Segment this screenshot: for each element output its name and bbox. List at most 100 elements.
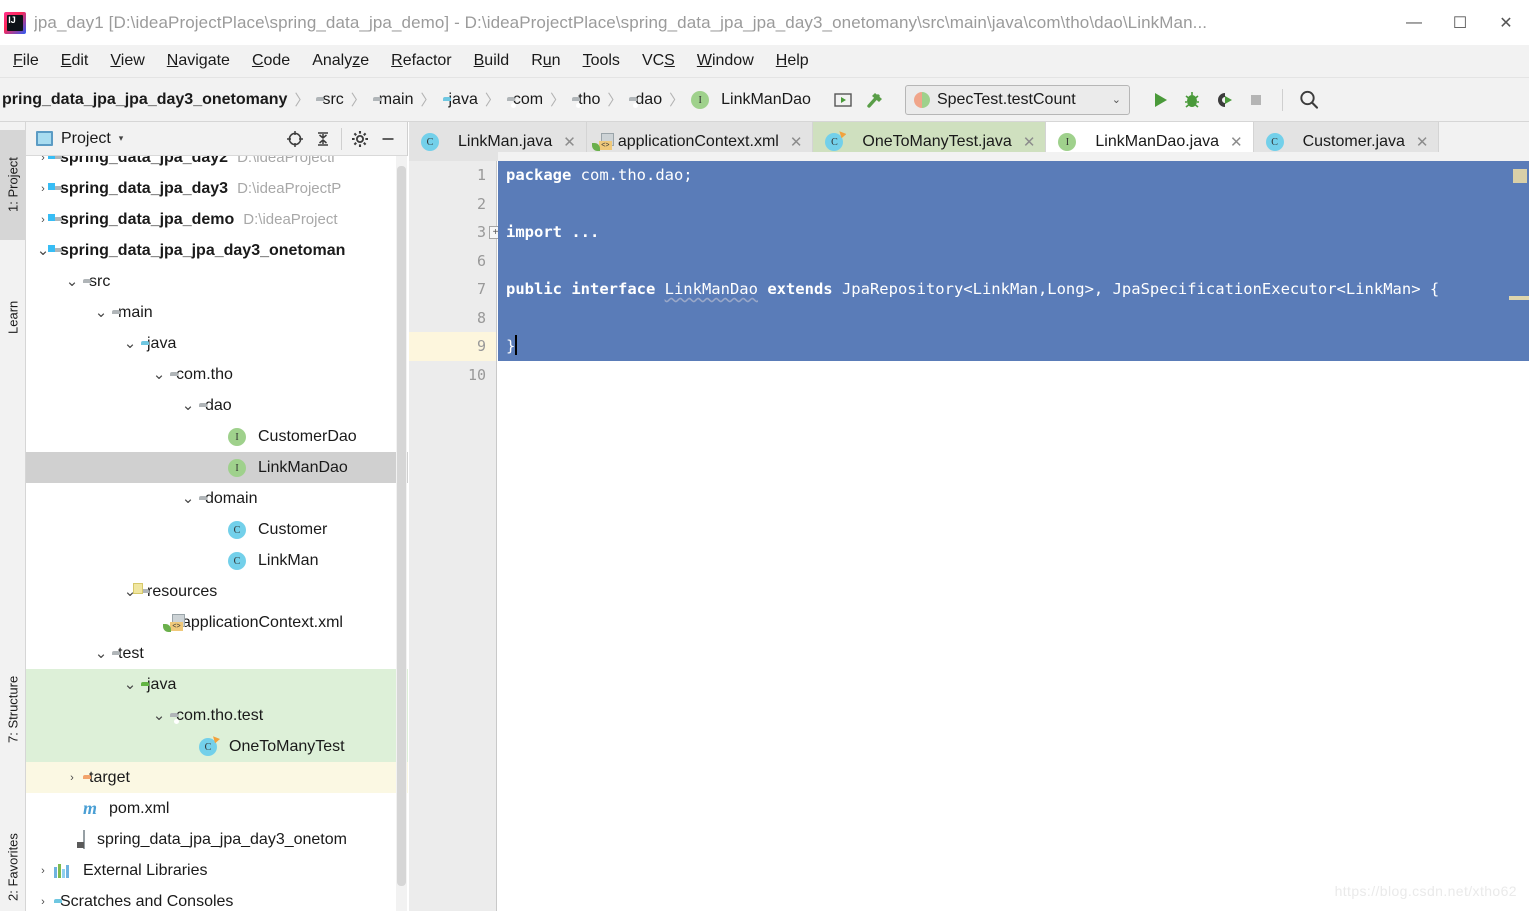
menu-item-vcs[interactable]: VCS <box>631 49 686 73</box>
tree-node-customerdao[interactable]: I CustomerDao <box>26 421 408 452</box>
debug-icon[interactable] <box>1178 86 1206 114</box>
breadcrumb-dao[interactable]: dao <box>627 78 664 122</box>
breadcrumb-linkmandao[interactable]: I LinkManDao <box>689 78 813 122</box>
tree-node-domain[interactable]: ⌄ domain <box>26 483 408 514</box>
build-hammer-icon[interactable] <box>861 86 889 114</box>
code-line[interactable] <box>498 361 1529 390</box>
code-line[interactable] <box>498 303 1529 332</box>
code-editor[interactable]: 1 2 3 +6 7 8 9 10 package com.tho.dao; import .… <box>409 152 1529 911</box>
project-tree-scrollbar[interactable] <box>396 156 407 911</box>
breadcrumb-tho[interactable]: tho <box>570 78 602 122</box>
tree-node-external-libraries[interactable]: › External Libraries <box>26 855 408 886</box>
rail-item-7-structure[interactable]: 7: Structure <box>0 647 26 772</box>
close-button[interactable]: ✕ <box>1483 0 1529 45</box>
breadcrumb-pring-data-jpa-jpa-day3-onetomany[interactable]: pring_data_jpa_jpa_day3_onetomany <box>0 78 289 122</box>
editor-top-scrollbar[interactable] <box>498 152 1529 161</box>
code-line[interactable]: import ... <box>498 218 1529 247</box>
error-stripe-marker[interactable] <box>1513 169 1527 183</box>
locate-icon[interactable] <box>282 126 308 152</box>
code-line[interactable]: package com.tho.dao; <box>498 161 1529 190</box>
code-line[interactable]: } <box>498 332 1529 361</box>
chevron-right-icon[interactable]: › <box>32 896 54 908</box>
close-tab-icon[interactable]: ✕ <box>790 133 803 151</box>
menu-item-file[interactable]: File <box>2 49 50 73</box>
menu-item-analyze[interactable]: Analyze <box>301 49 380 73</box>
scrollbar-thumb[interactable] <box>397 166 406 886</box>
chevron-down-icon[interactable]: ⌄ <box>177 398 199 413</box>
rail-item-1-project[interactable]: 1: Project <box>0 130 26 240</box>
tree-node-java[interactable]: ⌄ java <box>26 669 408 700</box>
tree-node-spring-data-jpa-demo[interactable]: › spring_data_jpa_demo D:\ideaProject <box>26 204 408 235</box>
menu-item-tools[interactable]: Tools <box>572 49 631 73</box>
chevron-down-icon[interactable]: ⌄ <box>61 274 83 289</box>
run-coverage-icon[interactable] <box>1210 86 1238 114</box>
menu-item-refactor[interactable]: Refactor <box>380 49 462 73</box>
code-line[interactable]: public interface LinkManDao extends JpaR… <box>498 275 1529 304</box>
tree-node-src[interactable]: ⌄ src <box>26 266 408 297</box>
chevron-down-icon[interactable]: ⌄ <box>119 677 141 692</box>
tree-node-spring-data-jpa-day3[interactable]: › spring_data_jpa_day3 D:\ideaProjectP <box>26 173 408 204</box>
tree-node-spring-data-jpa-jpa-day3-onetoman[interactable]: ⌄ spring_data_jpa_jpa_day3_onetoman <box>26 235 408 266</box>
menu-item-help[interactable]: Help <box>765 49 820 73</box>
collapse-all-icon[interactable] <box>310 126 336 152</box>
breadcrumb-java[interactable]: java <box>441 78 480 122</box>
chevron-right-icon[interactable]: › <box>61 772 83 784</box>
tree-node-com-tho[interactable]: ⌄ com.tho <box>26 359 408 390</box>
close-tab-icon[interactable]: ✕ <box>1416 133 1429 151</box>
stop-icon[interactable] <box>1242 86 1270 114</box>
breadcrumb-main[interactable]: main <box>371 78 416 122</box>
tree-node-linkman[interactable]: C LinkMan <box>26 545 408 576</box>
chevron-down-icon[interactable]: ⌄ <box>177 491 199 506</box>
tree-node-spring-data-jpa-jpa-day3-onetom[interactable]: spring_data_jpa_jpa_day3_onetom <box>26 824 408 855</box>
breadcrumb-src[interactable]: src <box>314 78 345 122</box>
chevron-down-icon[interactable]: ⌄ <box>148 367 170 382</box>
tree-node-main[interactable]: ⌄ main <box>26 297 408 328</box>
chevron-down-icon[interactable]: ⌄ <box>148 708 170 723</box>
tree-node-scratches-and-consoles[interactable]: › Scratches and Consoles <box>26 886 408 911</box>
chevron-down-icon[interactable]: ⌄ <box>90 305 112 320</box>
editor-gutter[interactable]: 1 2 3 +6 7 8 9 10 <box>409 161 502 911</box>
tree-node-customer[interactable]: C Customer <box>26 514 408 545</box>
settings-gear-icon[interactable] <box>347 126 373 152</box>
hide-panel-icon[interactable] <box>375 126 401 152</box>
tree-node-applicationcontext-xml[interactable]: <> applicationContext.xml <box>26 607 408 638</box>
run-configuration-selector[interactable]: SpecTest.testCount ⌄ <box>904 84 1130 115</box>
tree-node-java[interactable]: ⌄ java <box>26 328 408 359</box>
tree-node-linkmandao[interactable]: I LinkManDao <box>26 452 408 483</box>
tree-node-test[interactable]: ⌄ test <box>26 638 408 669</box>
warning-stripe-marker[interactable] <box>1509 296 1529 300</box>
close-tab-icon[interactable]: ✕ <box>1023 133 1036 151</box>
menu-item-code[interactable]: Code <box>241 49 301 73</box>
chevron-down-icon[interactable]: ⌄ <box>119 336 141 351</box>
rail-item-2-favorites[interactable]: 2: Favorites <box>0 802 26 911</box>
menu-item-edit[interactable]: Edit <box>50 49 100 73</box>
tree-node-target[interactable]: › target <box>26 762 408 793</box>
code-line[interactable] <box>498 246 1529 275</box>
chevron-down-icon[interactable]: ▾ <box>119 133 124 144</box>
menu-item-run[interactable]: Run <box>520 49 571 73</box>
code-line[interactable] <box>498 189 1529 218</box>
editor-code-content[interactable]: package com.tho.dao; import ... public i… <box>498 161 1529 911</box>
chevron-right-icon[interactable]: › <box>32 865 54 877</box>
project-tree[interactable]: › spring_data_jpa_day2 D:\ideaProjecti › spr… <box>26 156 408 911</box>
tree-node-resources[interactable]: ⌄ resources <box>26 576 408 607</box>
menu-item-view[interactable]: View <box>99 49 155 73</box>
breadcrumb-com[interactable]: com <box>505 78 545 122</box>
menu-item-window[interactable]: Window <box>686 49 765 73</box>
tree-node-com-tho-test[interactable]: ⌄ com.tho.test <box>26 700 408 731</box>
menu-item-navigate[interactable]: Navigate <box>156 49 241 73</box>
search-icon[interactable] <box>1295 86 1323 114</box>
tree-node-pom-xml[interactable]: m pom.xml <box>26 793 408 824</box>
close-tab-icon[interactable]: ✕ <box>563 133 576 151</box>
tree-node-spring-data-jpa-day2[interactable]: › spring_data_jpa_day2 D:\ideaProjecti <box>26 156 408 173</box>
chevron-down-icon[interactable]: ⌄ <box>90 646 112 661</box>
maximize-button[interactable]: ☐ <box>1437 0 1483 45</box>
minimize-button[interactable]: — <box>1391 0 1437 45</box>
menu-item-build[interactable]: Build <box>463 49 521 73</box>
run-config-icon[interactable] <box>829 86 857 114</box>
tree-node-dao[interactable]: ⌄ dao <box>26 390 408 421</box>
close-tab-icon[interactable]: ✕ <box>1230 133 1243 151</box>
rail-item-learn[interactable]: Learn <box>0 277 26 357</box>
tree-node-onetomanytest[interactable]: C OneToManyTest <box>26 731 408 762</box>
editor-marker-strip[interactable] <box>1509 161 1529 911</box>
